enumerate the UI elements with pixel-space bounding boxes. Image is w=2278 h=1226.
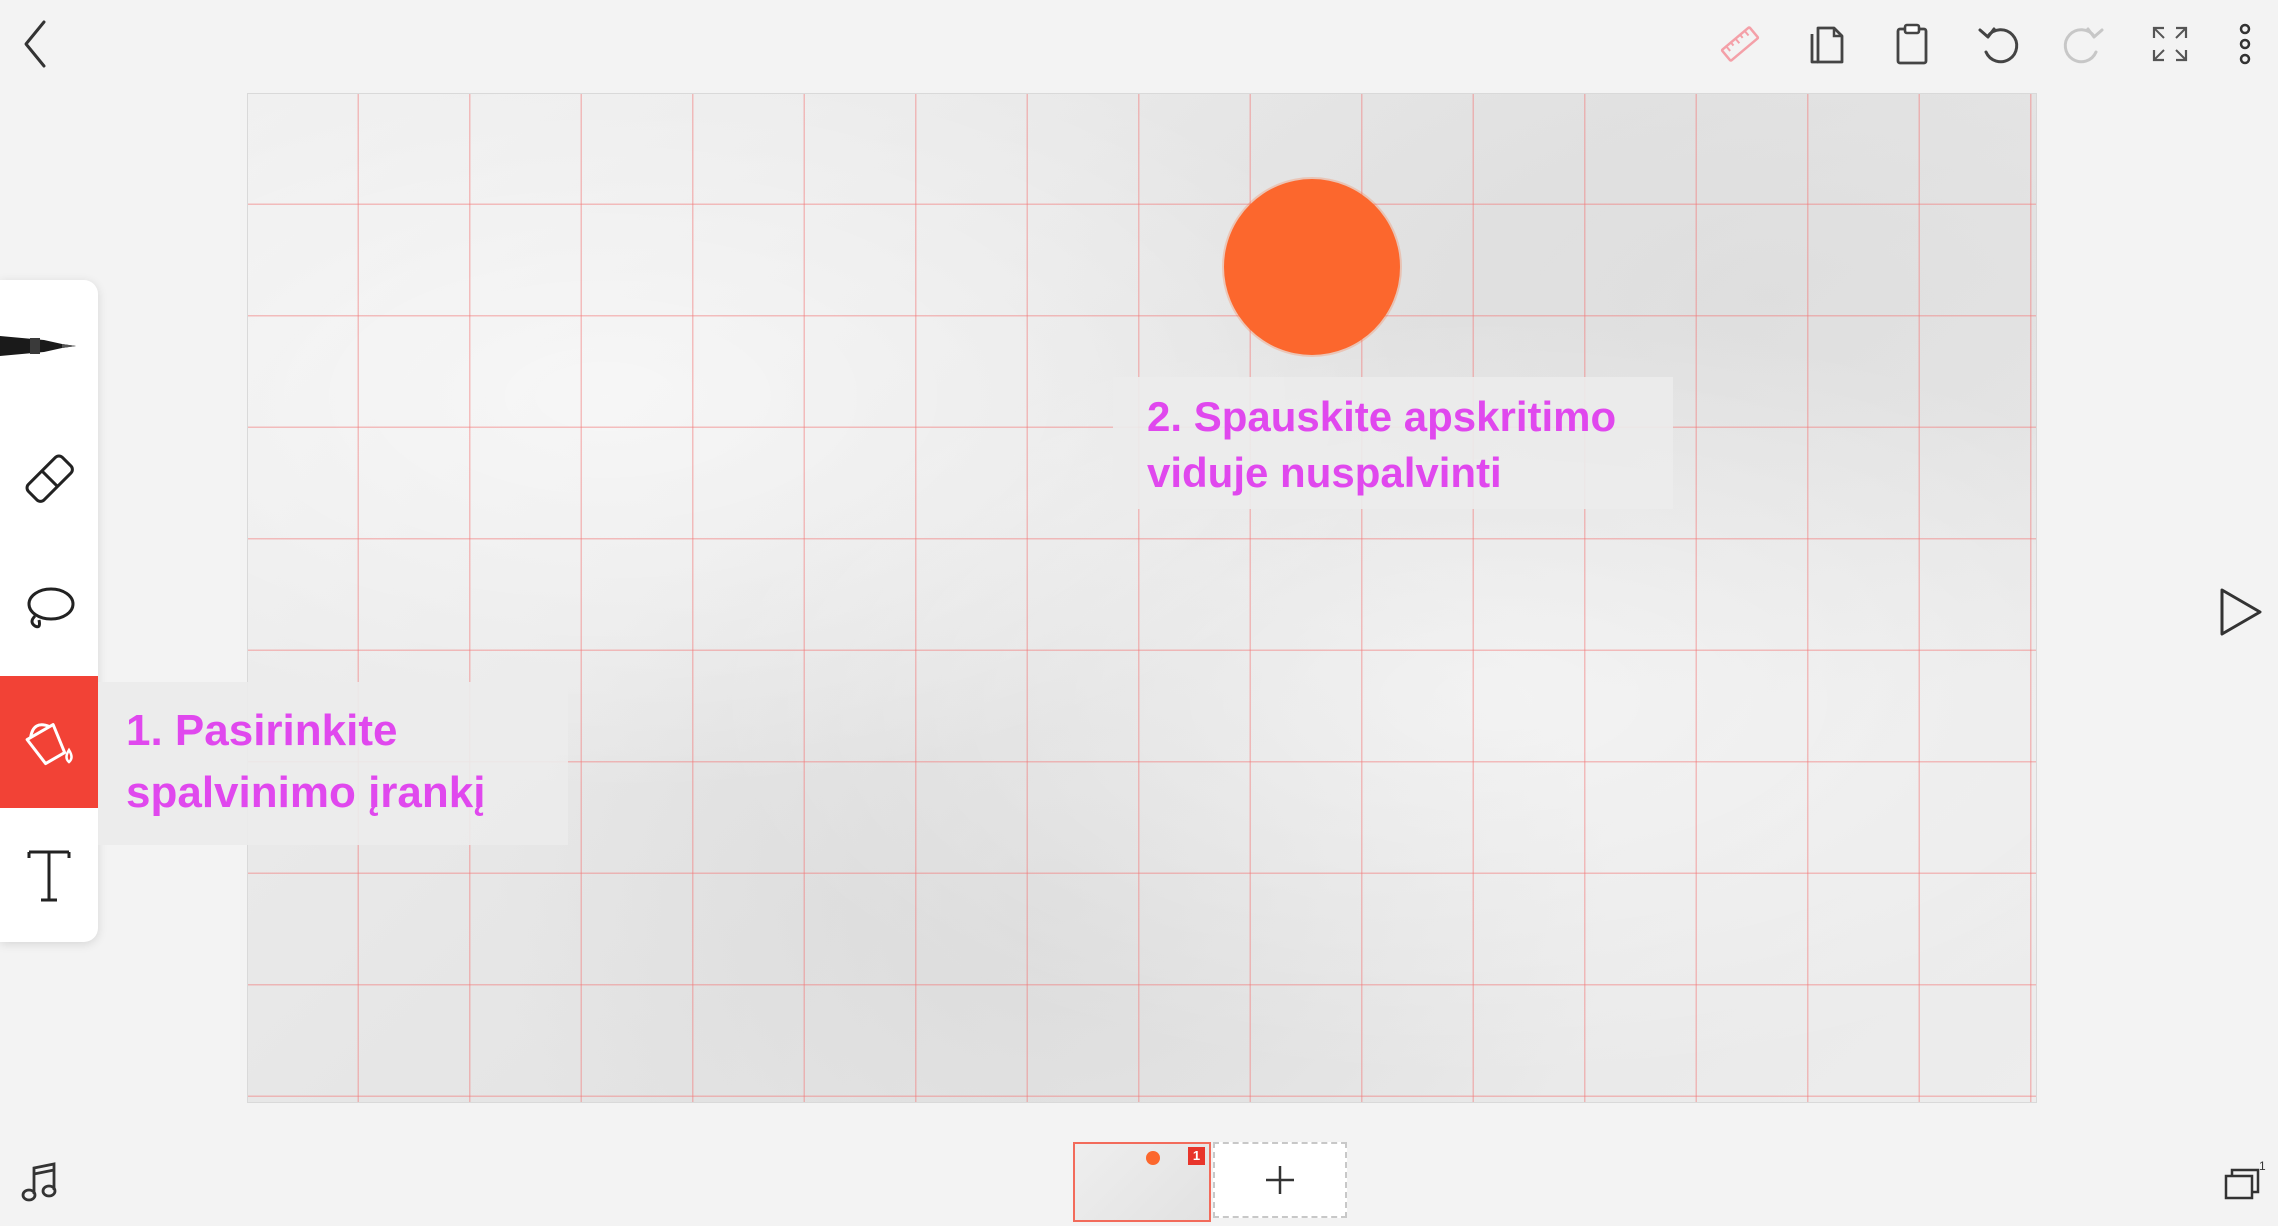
drawing-canvas[interactable] — [247, 93, 2037, 1103]
instruction-1-line-1: 1. Pasirinkite — [126, 706, 398, 755]
ruler-icon[interactable] — [1712, 14, 1768, 74]
instruction-note-1: 1. Pasirinkite spalvinimo įrankį — [98, 682, 568, 845]
paint-bucket-icon — [17, 710, 81, 774]
pen-icon — [0, 280, 98, 412]
frame-thumbnail[interactable]: 1 — [1073, 1142, 1211, 1222]
play-button[interactable] — [2212, 580, 2268, 644]
undo-icon[interactable] — [1970, 14, 2026, 74]
svg-text:1: 1 — [2259, 1159, 2266, 1173]
frame-thumbnail-circle — [1146, 1151, 1160, 1165]
instruction-2-line-1: 2. Spauskite apskritimo — [1147, 393, 1617, 440]
pen-tool[interactable] — [0, 280, 98, 412]
frame-number-badge: 1 — [1188, 1147, 1205, 1165]
instruction-1-line-2: spalvinimo įrankį — [126, 768, 486, 817]
lasso-icon — [19, 580, 79, 640]
back-button[interactable] — [14, 14, 58, 74]
music-note-button[interactable] — [18, 1158, 62, 1206]
lasso-tool[interactable] — [0, 544, 98, 676]
text-t-icon — [19, 842, 79, 906]
orange-circle-shape[interactable] — [1224, 179, 1400, 355]
more-icon[interactable] — [2222, 14, 2268, 74]
copy-icon[interactable] — [1798, 14, 1854, 74]
redo-icon[interactable] — [2056, 14, 2112, 74]
fullscreen-icon[interactable] — [2142, 14, 2198, 74]
plus-icon — [1262, 1162, 1298, 1198]
text-tool[interactable] — [0, 808, 98, 940]
eraser-tool[interactable] — [0, 412, 98, 544]
tool-panel — [0, 280, 98, 942]
add-frame-button[interactable] — [1213, 1142, 1347, 1218]
instruction-2-line-2: viduje nuspalvinti — [1147, 449, 1502, 496]
instruction-note-2: 2. Spauskite apskritimo viduje nuspalvin… — [1113, 377, 1673, 509]
layers-button[interactable]: 1 — [2222, 1158, 2268, 1206]
paste-icon[interactable] — [1884, 14, 1940, 74]
eraser-icon — [19, 448, 79, 508]
fill-bucket-tool[interactable] — [0, 676, 98, 808]
